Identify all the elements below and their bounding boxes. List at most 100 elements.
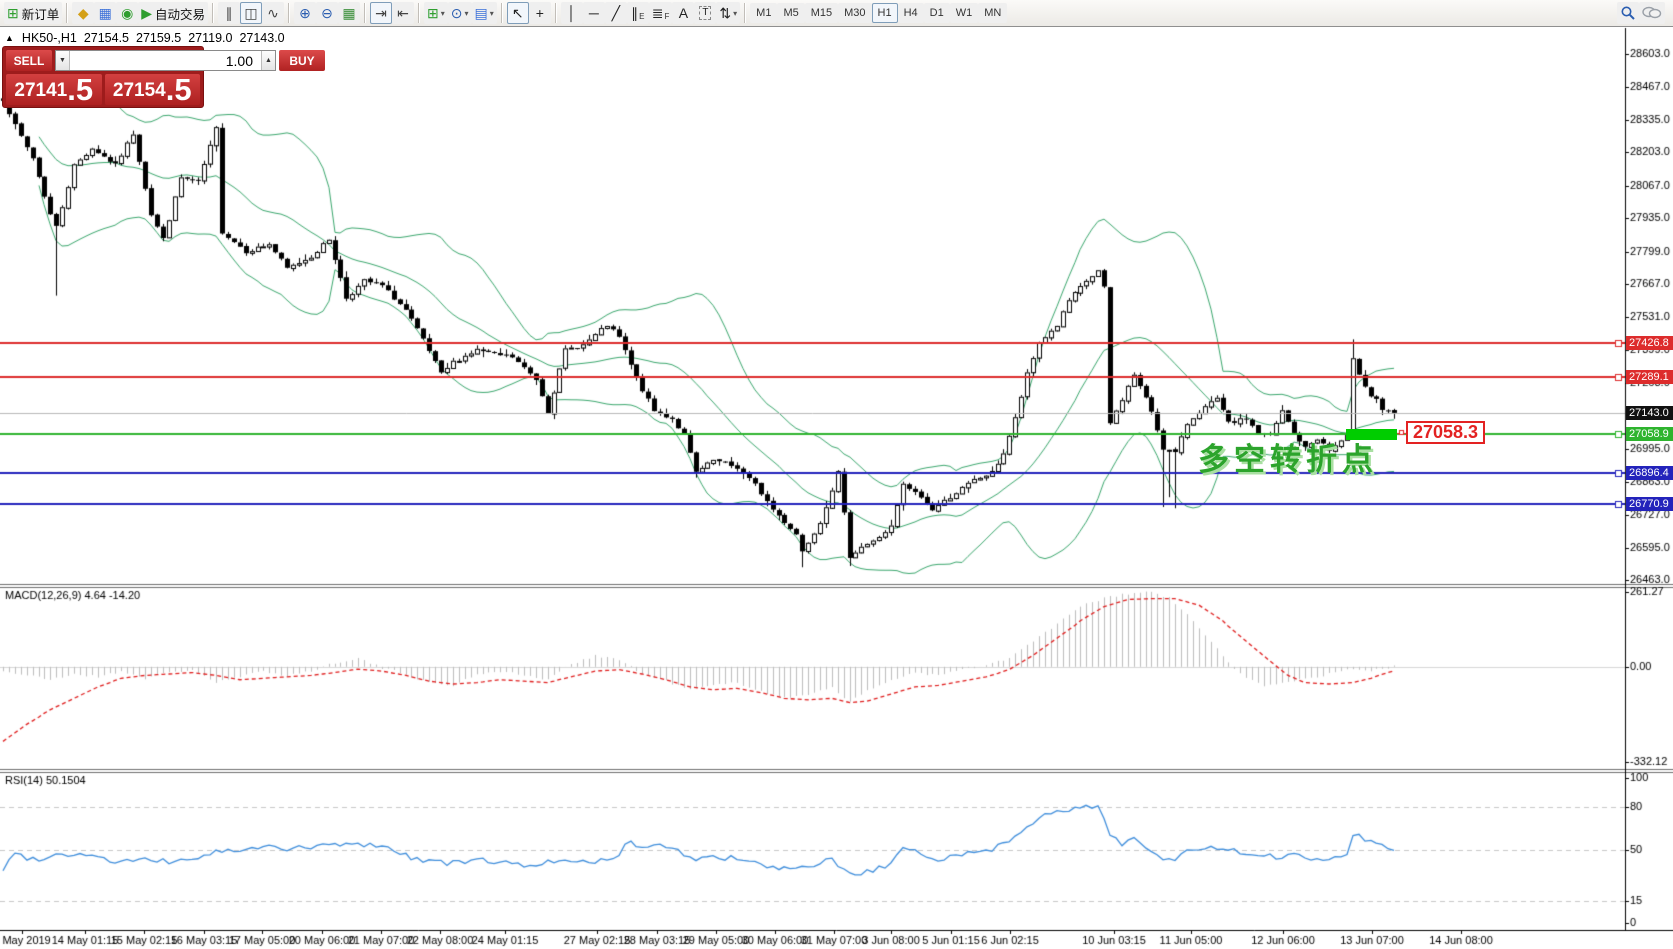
zoom-out-icon: ⊖ <box>321 6 333 20</box>
text-label-icon: T <box>699 6 711 20</box>
toolbar-separator <box>212 3 214 23</box>
buy-price-button[interactable]: 27154.5 <box>105 74 201 105</box>
timeframe-m1-button[interactable]: M1 <box>750 3 777 23</box>
timeframe-m30-button[interactable]: M30 <box>838 3 871 23</box>
chart-shift-button[interactable]: ⇤ <box>392 2 414 24</box>
templates-icon: ▤ <box>475 6 488 20</box>
trendline-button[interactable]: ╱ <box>605 2 627 24</box>
price-badge: 26770.9 <box>1626 497 1673 511</box>
timeframe-w1-button[interactable]: W1 <box>950 3 979 23</box>
horizontal-line-button[interactable]: ─ <box>583 2 605 24</box>
lot-increase-button[interactable]: ▲ <box>261 51 275 70</box>
indicators-button[interactable]: ⊞▾ <box>424 2 448 24</box>
text-label-button[interactable]: T <box>694 2 716 24</box>
symbol-period-label: HK50-,H1 <box>22 31 77 45</box>
search-icon <box>1620 5 1636 21</box>
autotrading-icon: ▶ <box>141 6 152 20</box>
one-click-trading-panel: SELL ▼ ▲ BUY 27141.5 27154.5 <box>2 46 204 108</box>
bar-chart-button[interactable]: ∥ <box>218 2 240 24</box>
bar-chart-icon: ∥ <box>226 6 233 20</box>
crosshair-icon: + <box>536 6 544 20</box>
candlestick-chart-icon: ◫ <box>244 6 257 20</box>
navigator-button[interactable]: ◉ <box>116 2 138 24</box>
tile-windows-icon: ▦ <box>342 6 355 20</box>
search-button[interactable] <box>1617 2 1639 24</box>
arrow-objects-dropdown-icon[interactable]: ▾ <box>733 9 737 18</box>
indicators-icon: ⊞ <box>427 6 439 20</box>
zoom-in-button[interactable]: ⊕ <box>294 2 316 24</box>
zoom-in-icon: ⊕ <box>299 6 311 20</box>
price-badge: 27426.8 <box>1626 336 1673 350</box>
tile-windows-button[interactable]: ▦ <box>338 2 360 24</box>
text-icon: A <box>679 6 688 20</box>
timeframe-h1-button[interactable]: H1 <box>872 3 898 23</box>
chat-button[interactable] <box>1639 2 1665 24</box>
text-button[interactable]: A <box>672 2 694 24</box>
chat-icon <box>1642 5 1662 21</box>
line-chart-icon: ∿ <box>267 6 279 20</box>
price-badge: 27143.0 <box>1626 406 1673 420</box>
equidistant-channel-button[interactable]: ∥E <box>627 2 649 24</box>
timeframe-m5-button[interactable]: M5 <box>777 3 804 23</box>
market-watch-button[interactable]: ▦ <box>94 2 116 24</box>
price-tag-label[interactable]: 27058.3 <box>1406 421 1485 444</box>
arrow-objects-icon: ⇅ <box>719 6 731 20</box>
price-badge: 26896.4 <box>1626 466 1673 480</box>
arrow-objects-button[interactable]: ⇅▾ <box>716 2 740 24</box>
toolbar-separator <box>744 3 746 23</box>
periods-dropdown-icon[interactable]: ▾ <box>465 9 469 18</box>
sell-price-int: 27141 <box>14 78 67 104</box>
timeframe-mn-button[interactable]: MN <box>978 3 1007 23</box>
market-watch-icon: ▦ <box>99 6 112 20</box>
annotation-text[interactable]: 多空转折点 <box>1198 434 1378 479</box>
buy-price-int: 27154 <box>113 78 166 104</box>
timeframe-d1-button[interactable]: D1 <box>924 3 950 23</box>
toolbar-separator <box>364 3 366 23</box>
low-value: 27119.0 <box>188 31 232 45</box>
line-chart-button[interactable]: ∿ <box>262 2 284 24</box>
chart-shift-icon: ⇤ <box>397 6 409 20</box>
toolbar-separator <box>501 3 503 23</box>
fibonacci-button[interactable]: ≣F <box>649 2 673 24</box>
candlestick-chart-button[interactable]: ◫ <box>240 2 262 24</box>
auto-scroll-button[interactable]: ⇥ <box>370 2 392 24</box>
sell-price-frac: .5 <box>67 75 93 104</box>
periods-button[interactable]: ⊙▾ <box>448 2 472 24</box>
timeframe-m15-button[interactable]: M15 <box>805 3 838 23</box>
vertical-line-icon: │ <box>567 6 576 20</box>
templates-button[interactable]: ▤▾ <box>472 2 497 24</box>
vertical-line-button[interactable]: │ <box>561 2 583 24</box>
toolbar: ⊞新订单◆▦◉▶自动交易∥◫∿⊕⊖▦⇥⇤⊞▾⊙▾▤▾↖+│─╱∥E≣FAT⇅▾M… <box>0 0 1673 27</box>
indicators-dropdown-icon[interactable]: ▾ <box>441 9 445 18</box>
high-value: 27159.5 <box>136 31 181 45</box>
symbol-info: ▲ HK50-,H1 27154.5 27159.5 27119.0 27143… <box>5 31 285 45</box>
new-order-label: 新订单 <box>22 4 60 23</box>
sell-price-button[interactable]: 27141.5 <box>6 74 102 105</box>
cursor-button[interactable]: ↖ <box>507 2 529 24</box>
close-value: 27143.0 <box>239 31 284 45</box>
new-order-button[interactable]: ⊞新订单 <box>4 2 62 24</box>
trendline-icon: ╱ <box>612 6 620 20</box>
toolbar-separator <box>418 3 420 23</box>
horizontal-line-icon: ─ <box>589 6 599 20</box>
toolbar-separator <box>555 3 557 23</box>
cursor-icon: ↖ <box>512 6 524 20</box>
price-badge: 27289.1 <box>1626 370 1673 384</box>
timeframe-h4-button[interactable]: H4 <box>898 3 924 23</box>
auto-scroll-icon: ⇥ <box>375 6 387 20</box>
autotrading-button[interactable]: ▶自动交易 <box>138 2 208 24</box>
templates-dropdown-icon[interactable]: ▾ <box>490 9 494 18</box>
buy-button[interactable]: BUY <box>279 50 325 71</box>
lot-decrease-button[interactable]: ▼ <box>56 51 70 70</box>
collapse-arrow-icon[interactable]: ▲ <box>5 33 14 43</box>
chart-canvas[interactable] <box>0 0 1673 949</box>
crosshair-button[interactable]: + <box>529 2 551 24</box>
lot-size-input[interactable] <box>70 51 261 70</box>
fibonacci-icon: ≣ <box>652 6 664 20</box>
profiles-button[interactable]: ◆ <box>72 2 94 24</box>
equidistant-channel-sub-label: E <box>639 12 644 21</box>
sell-button[interactable]: SELL <box>6 50 52 71</box>
price-badge: 27058.9 <box>1626 427 1673 441</box>
zoom-out-button[interactable]: ⊖ <box>316 2 338 24</box>
autotrading-label: 自动交易 <box>155 4 205 23</box>
